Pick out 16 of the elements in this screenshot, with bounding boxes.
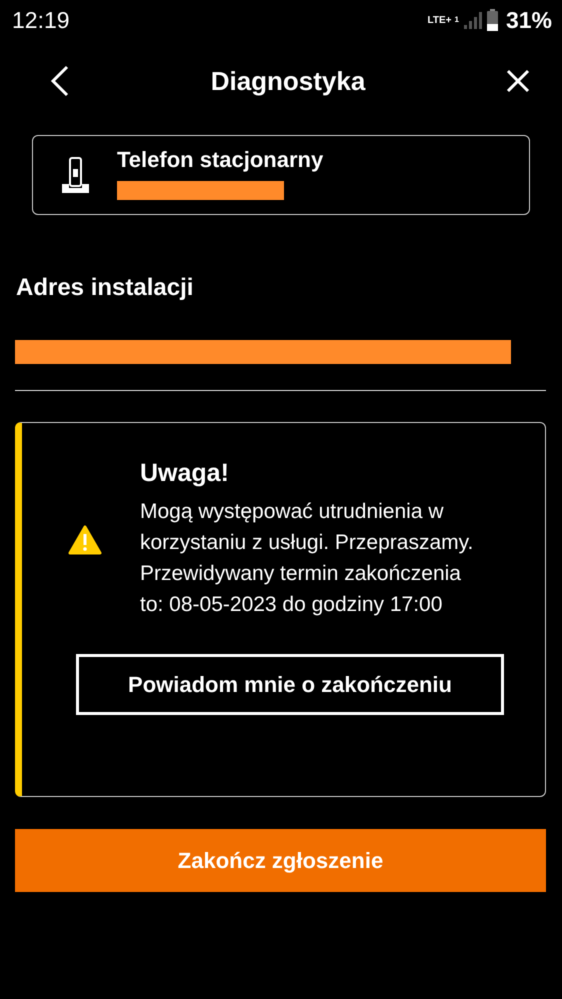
battery-icon (486, 9, 498, 31)
service-card[interactable]: Telefon stacjonarny (32, 135, 530, 215)
signal-icon (462, 10, 483, 30)
network-indicator: LTE+ 1 (428, 14, 459, 26)
screen-title: Diagnostyka (210, 66, 366, 96)
notify-button[interactable]: Powiadom mnie o zakończeniu (76, 654, 504, 715)
close-icon[interactable] (506, 69, 530, 93)
back-icon[interactable] (50, 65, 70, 97)
service-title: Telefon stacjonarny (117, 146, 324, 172)
battery-percent: 31% (506, 6, 552, 34)
clock-time: 12:19 (12, 6, 70, 34)
alert-message: Mogą występować utrudnienia w korzystaniu z usługi. Przepraszamy. Przewidywany termin zakończenia to: 08-05-2023 do godziny 17:00 (140, 499, 474, 618)
alert-title: Uwaga! (140, 459, 230, 488)
cordless-phone-icon (61, 156, 91, 194)
section-heading: Adres instalacji (16, 274, 194, 302)
warning-icon (68, 524, 102, 554)
